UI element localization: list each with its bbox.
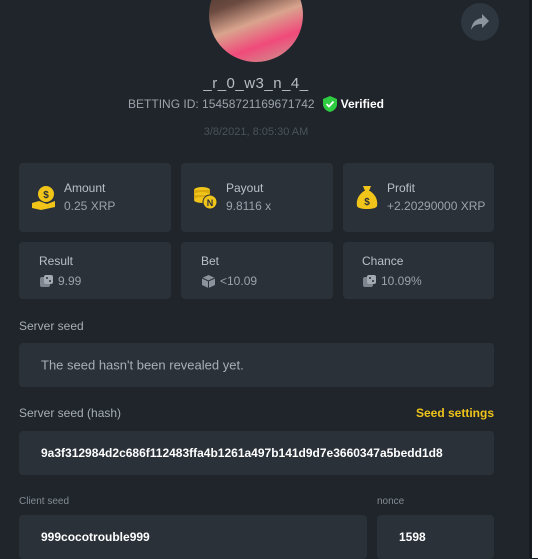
avatar <box>209 0 303 62</box>
amount-value: 0.25 XRP <box>64 199 116 213</box>
share-icon <box>471 14 489 30</box>
bet-card: Bet <10.09 <box>181 242 333 299</box>
nonce-field[interactable]: 1598 <box>377 515 494 559</box>
profit-label: Profit <box>387 181 416 195</box>
money-bag-hand-icon: $ <box>32 186 55 210</box>
timestamp: 3/8/2021, 8:05:30 AM <box>203 126 309 138</box>
server-seed-field: The seed hasn't been revealed yet. <box>19 343 494 387</box>
window-edge <box>532 0 538 558</box>
server-seed-value: The seed hasn't been revealed yet. <box>41 357 244 373</box>
bet-id: BETTING ID: 15458721169671742 <box>128 97 315 111</box>
dice-icon <box>363 275 376 287</box>
profit-value: +2.20290000 XRP <box>387 199 486 213</box>
seed-settings-link[interactable]: Seed settings <box>416 406 494 420</box>
server-seed-label: Server seed <box>19 319 84 333</box>
share-button[interactable] <box>461 3 499 41</box>
verified-label: Verified <box>340 97 384 111</box>
client-seed-value: 999cocotrouble999 <box>41 530 150 544</box>
payout-value: 9.8116 x <box>226 199 272 213</box>
result-label: Result <box>39 254 74 268</box>
amount-card: $ Amount 0.25 XRP <box>19 163 171 232</box>
nonce-value: 1598 <box>399 530 426 544</box>
bet-label: Bet <box>201 254 220 268</box>
payout-card: N Payout 9.8116 x <box>181 163 333 232</box>
client-seed-label: Client seed <box>19 496 70 507</box>
chance-label: Chance <box>362 254 404 268</box>
verified-badge: Verified <box>322 96 384 112</box>
svg-text:$: $ <box>43 190 49 201</box>
result-value: 9.99 <box>58 274 82 288</box>
server-seed-hash-field[interactable]: 9a3f312984d2c686f112483ffa4b1261a497b141… <box>19 431 494 475</box>
amount-label: Amount <box>64 181 106 195</box>
svg-text:$: $ <box>364 197 370 208</box>
chance-value: 10.09% <box>381 274 422 288</box>
result-card: Result 9.99 <box>19 242 171 299</box>
bet-value: <10.09 <box>220 274 258 288</box>
money-bag-icon: $ <box>356 186 378 209</box>
coin-stack-icon: N <box>194 187 218 210</box>
dice-icon <box>40 275 53 287</box>
client-seed-field[interactable]: 999cocotrouble999 <box>19 515 367 559</box>
chance-card: Chance 10.09% <box>343 242 494 299</box>
server-seed-hash-label: Server seed (hash) <box>19 406 122 420</box>
svg-text:N: N <box>207 198 214 208</box>
payout-label: Payout <box>226 181 264 195</box>
shield-check-icon <box>322 96 337 112</box>
dice-box-icon <box>201 275 216 288</box>
bet-id-row: BETTING ID: 15458721169671742 Verified <box>0 96 512 112</box>
nonce-label: nonce <box>377 496 405 507</box>
server-seed-hash-value: 9a3f312984d2c686f112483ffa4b1261a497b141… <box>41 446 443 460</box>
profit-card: $ Profit +2.20290000 XRP <box>343 163 494 232</box>
username: _r_0_w3_n_4_ <box>203 75 309 92</box>
